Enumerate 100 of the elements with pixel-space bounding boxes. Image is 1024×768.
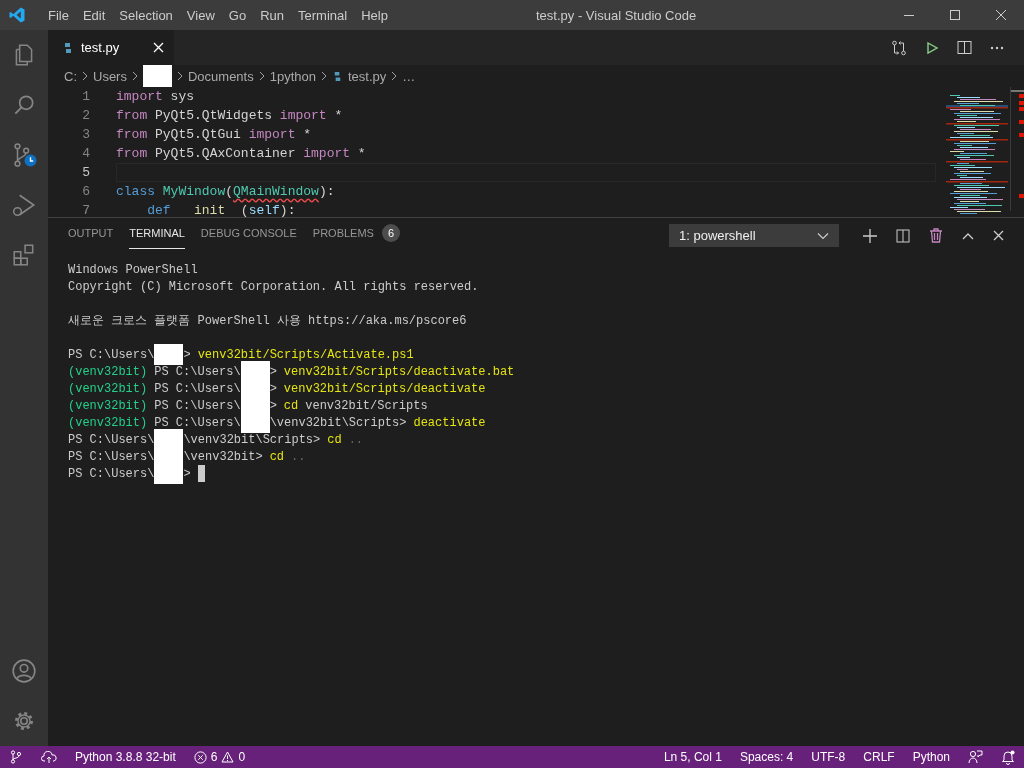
line-number: 2 bbox=[81, 108, 90, 123]
warning-icon bbox=[221, 751, 235, 763]
chevron-icon bbox=[131, 71, 138, 81]
breadcrumb-item[interactable]: C: bbox=[64, 68, 77, 84]
redacted-box bbox=[142, 65, 172, 87]
panel-tab[interactable]: OUTPUT bbox=[68, 222, 114, 249]
prompt-text: > bbox=[269, 364, 277, 379]
prompt-text: venv32bit/Scripts bbox=[305, 398, 428, 413]
panel-tab[interactable]: DEBUG CONSOLE bbox=[200, 222, 297, 249]
breadcrumb-item[interactable]: Users bbox=[93, 68, 127, 84]
redacted-box bbox=[154, 344, 184, 365]
more-icon[interactable] bbox=[990, 45, 1004, 50]
menu-item[interactable]: Selection bbox=[112, 0, 180, 30]
panel-tab[interactable]: TERMINAL bbox=[129, 222, 185, 249]
panel-tab[interactable]: PROBLEMS 6 bbox=[312, 222, 400, 249]
run-debug-icon[interactable] bbox=[11, 192, 37, 218]
app-logo-icon bbox=[8, 6, 26, 24]
chevron-icon bbox=[258, 71, 265, 81]
line-number: 1 bbox=[81, 89, 90, 104]
menu-item[interactable]: Help bbox=[354, 0, 395, 30]
status-item[interactable]: UTF-8 bbox=[811, 750, 846, 764]
venv-label: (venv32bit) bbox=[68, 415, 148, 430]
source-control-icon[interactable] bbox=[11, 142, 37, 168]
run-icon[interactable] bbox=[925, 40, 939, 55]
editor-tab[interactable]: test.py bbox=[48, 30, 174, 65]
menu-item[interactable]: Run bbox=[253, 0, 291, 30]
prompt-text: PS C:\Users\ bbox=[154, 398, 241, 413]
breadcrumb-item[interactable]: 1python bbox=[269, 68, 316, 84]
chevron-icon bbox=[176, 71, 183, 81]
prompt-text: > bbox=[269, 398, 277, 413]
menu-item[interactable]: Terminal bbox=[291, 0, 355, 30]
command-text: venv32bit/Scripts/Activate.ps1 bbox=[197, 347, 414, 362]
status-item[interactable]: Ln 5, Col 1 bbox=[663, 750, 722, 764]
maximize-icon bbox=[949, 9, 961, 21]
chevron-icon bbox=[82, 71, 88, 81]
status-item[interactable]: Python 3.8.8 32-bit bbox=[75, 750, 176, 764]
code-line: def init (self): bbox=[146, 203, 296, 217]
code-line: from PyQt5.QAxContainer import * bbox=[116, 146, 366, 161]
notification-bell-icon[interactable] bbox=[1001, 749, 1015, 765]
error-icon bbox=[193, 750, 207, 764]
code-line: class MyWindow(QMainWindow): bbox=[116, 184, 335, 199]
line-number: 6 bbox=[81, 184, 90, 199]
prompt-text: PS C:\Users\ bbox=[68, 449, 155, 464]
terminal-dropdown[interactable]: 1: powershell bbox=[669, 224, 839, 247]
menu-item[interactable]: View bbox=[179, 0, 222, 30]
code-line: from PyQt5.QtGui import * bbox=[116, 127, 312, 142]
plus-icon[interactable] bbox=[863, 228, 877, 243]
code-line: import sys bbox=[116, 89, 195, 104]
split-editor-icon[interactable] bbox=[957, 40, 972, 55]
line-number: 7 bbox=[81, 203, 90, 217]
status-item[interactable]: Python bbox=[912, 750, 950, 764]
breadcrumb-item[interactable]: … bbox=[402, 68, 416, 84]
argument-text: .. bbox=[348, 432, 364, 447]
prompt-text: PS C:\Users\ bbox=[68, 347, 155, 362]
prompt-text: \venv32bit\Scripts> bbox=[183, 432, 321, 447]
menu-item[interactable]: File bbox=[41, 0, 76, 30]
command-text: venv32bit/Scripts/deactivate bbox=[283, 381, 486, 396]
problems-status[interactable]: 6 0 bbox=[193, 750, 246, 764]
window-title: test.py - Visual Studio Code bbox=[536, 7, 697, 23]
error-count: 6 bbox=[210, 750, 218, 764]
prompt-text: Windows PowerShell bbox=[68, 262, 198, 277]
compare-icon[interactable] bbox=[891, 39, 907, 56]
breadcrumb-item[interactable]: Documents bbox=[187, 68, 254, 84]
breadcrumb-item[interactable]: test.py bbox=[347, 68, 387, 84]
chevron-down-icon bbox=[817, 231, 829, 240]
command-text: cd bbox=[283, 398, 299, 413]
prompt-text: > bbox=[269, 381, 277, 396]
account-icon[interactable] bbox=[11, 658, 37, 684]
venv-label: (venv32bit) bbox=[68, 398, 148, 413]
code-line: from PyQt5.QtWidgets import * bbox=[116, 108, 343, 123]
menu-item[interactable]: Edit bbox=[75, 0, 113, 30]
chevron-icon bbox=[391, 71, 398, 81]
close-icon[interactable] bbox=[993, 230, 1004, 241]
command-text: cd bbox=[327, 432, 342, 447]
prompt-text: 새로운 크로스 플랫폼 PowerShell 사용 https://aka.ms/pscore6 bbox=[68, 313, 467, 329]
trash-icon[interactable] bbox=[929, 228, 943, 243]
menu-item[interactable]: Go bbox=[221, 0, 254, 30]
count-badge: 6 bbox=[381, 224, 400, 242]
line-number: 4 bbox=[81, 146, 90, 161]
prompt-text: > bbox=[183, 466, 191, 481]
prompt-text: PS C:\Users\ bbox=[68, 432, 155, 447]
prompt-text: PS C:\Users\ bbox=[68, 466, 155, 481]
terminal-cursor bbox=[197, 465, 205, 482]
prompt-text: PS C:\Users\ bbox=[154, 364, 241, 379]
cloud-upload-icon[interactable] bbox=[41, 750, 57, 764]
split-terminal-icon[interactable] bbox=[896, 228, 910, 243]
status-item[interactable]: Spaces: 4 bbox=[739, 750, 794, 764]
venv-label: (venv32bit) bbox=[68, 364, 148, 379]
prompt-text: \venv32bit> bbox=[183, 449, 263, 464]
python-file-icon bbox=[62, 41, 74, 54]
chevron-up-icon[interactable] bbox=[962, 231, 974, 240]
status-item[interactable]: CRLF bbox=[863, 750, 895, 764]
prompt-text: PS C:\Users\ bbox=[154, 381, 241, 396]
argument-text: .. bbox=[291, 449, 306, 464]
prompt-text: \venv32bit\Scripts> bbox=[269, 415, 407, 430]
chevron-icon bbox=[320, 71, 327, 81]
command-text: cd bbox=[269, 449, 285, 464]
warning-count: 0 bbox=[238, 750, 246, 764]
branch-icon[interactable] bbox=[9, 750, 23, 764]
feedback-icon[interactable] bbox=[968, 750, 983, 764]
